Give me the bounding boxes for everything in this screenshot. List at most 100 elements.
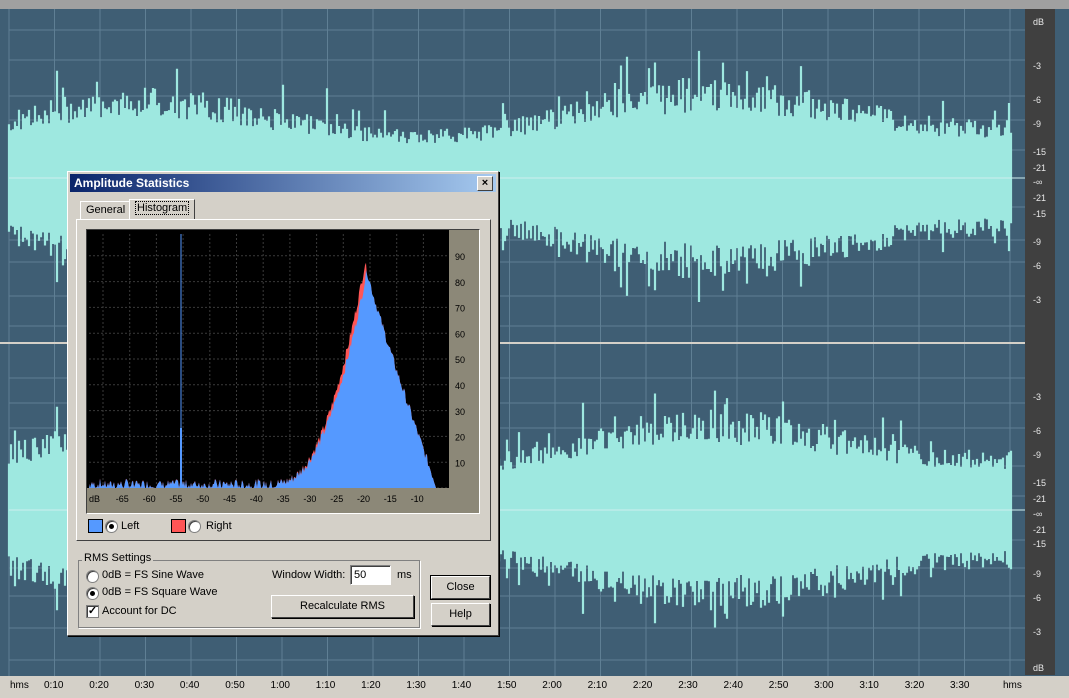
tab-histogram-label: Histogram — [135, 201, 190, 215]
db-scale-label: -6 — [1033, 261, 1042, 271]
db-scale-label: -9 — [1033, 237, 1042, 247]
db-scale-label: -21 — [1033, 494, 1047, 504]
tab-histogram[interactable]: Histogram — [129, 199, 196, 219]
histogram-y-tick: 20 — [455, 433, 465, 443]
db-scale-label: -21 — [1033, 525, 1047, 535]
histogram-x-tick: -50 — [196, 494, 209, 504]
time-ruler-label: 1:20 — [361, 680, 381, 691]
db-scale-label: -9 — [1033, 450, 1042, 460]
dialog-title: Amplitude Statistics — [74, 176, 190, 190]
db-scale-label: -15 — [1033, 478, 1047, 488]
time-ruler-label: 0:40 — [179, 680, 200, 691]
square-wave-radio[interactable] — [86, 587, 99, 600]
time-ruler[interactable]: hms 0:10 0:20 0:30 0:40 0:50 1:00 1:10 1:20 1:30 1… — [0, 676, 1069, 698]
time-ruler-label: 0:30 — [134, 680, 155, 691]
histogram-x-tick: -45 — [223, 494, 236, 504]
db-scale-label: -3 — [1033, 627, 1042, 637]
histogram-y-tick: 70 — [455, 304, 465, 314]
db-scale-label: -6 — [1033, 95, 1042, 105]
right-color-swatch[interactable] — [171, 519, 186, 533]
histogram-x-tick: -25 — [330, 494, 343, 504]
selection-bar — [0, 0, 1069, 9]
histogram-y-tick: 40 — [455, 381, 465, 391]
db-scale-label: -15 — [1033, 539, 1047, 549]
right-channel-label: Right — [206, 520, 232, 532]
time-ruler-label: 1:40 — [451, 680, 472, 691]
tab-general[interactable]: General — [80, 201, 132, 220]
db-scale-label: -6 — [1033, 593, 1042, 603]
time-ruler-label: 1:50 — [497, 680, 517, 691]
time-ruler-label: 3:10 — [859, 680, 879, 691]
histogram-x-tick: -15 — [384, 494, 397, 504]
histogram-chart: 90 80 70 60 50 40 30 20 10 dB -65 -60 -55 -50 -45 -40 -3… — [86, 229, 480, 514]
histogram-y-tick: 80 — [455, 278, 465, 288]
window-width-input[interactable]: 50 — [350, 565, 391, 585]
title-bar[interactable]: Amplitude Statistics × — [70, 174, 496, 192]
histogram-y-tick: 90 — [455, 252, 465, 262]
db-scale-label: -3 — [1033, 295, 1042, 305]
right-channel-radio[interactable] — [188, 520, 201, 533]
db-scale-label: -9 — [1033, 569, 1042, 579]
amplitude-statistics-dialog: Amplitude Statistics × General Histogram… — [67, 171, 499, 636]
time-ruler-label: 1:00 — [270, 680, 290, 691]
db-scale-label: -6 — [1033, 426, 1042, 436]
db-scale-label: -3 — [1033, 61, 1042, 71]
time-ruler-label: hms — [10, 680, 29, 691]
rms-settings-title: RMS Settings — [82, 552, 154, 564]
left-channel-label: Left — [121, 520, 140, 532]
time-ruler-label: 0:20 — [89, 680, 109, 691]
left-color-swatch[interactable] — [88, 519, 103, 533]
time-ruler-label: 2:40 — [723, 680, 743, 691]
time-ruler-label: 0:10 — [44, 680, 64, 691]
histogram-x-tick: -40 — [250, 494, 263, 504]
time-ruler-label: hms — [1003, 680, 1022, 691]
account-dc-label: Account for DC — [102, 605, 177, 617]
help-button[interactable]: Help — [431, 603, 490, 626]
histogram-x-tick: -65 — [116, 494, 129, 504]
window-width-unit: ms — [397, 569, 412, 581]
histogram-y-tick: 60 — [455, 329, 465, 339]
histogram-x-tick: -55 — [169, 494, 182, 504]
histogram-y-axis-panel — [449, 230, 479, 513]
histogram-y-tick: 30 — [455, 407, 465, 417]
close-button[interactable]: Close — [430, 575, 491, 600]
time-ruler-label: 0:50 — [225, 680, 245, 691]
histogram-x-tick: -10 — [411, 494, 424, 504]
db-scale-label: -∞ — [1033, 177, 1043, 187]
db-scale: dB -3 -6 -9 -15 -21 -∞ -21 -15 -9 -6 -3 -3 -6 -9 -15 -21… — [1025, 9, 1055, 675]
time-ruler-label: 1:30 — [406, 680, 426, 691]
db-scale-label: -15 — [1033, 209, 1047, 219]
histogram-x-tick: dB — [89, 494, 100, 504]
histogram-svg: 90 80 70 60 50 40 30 20 10 dB -65 -60 -55 -50 -45 -40 -3… — [87, 230, 479, 513]
histogram-x-tick: -20 — [357, 494, 370, 504]
db-scale-label: -3 — [1033, 392, 1042, 402]
histogram-x-tick: -35 — [277, 494, 290, 504]
account-dc-checkbox[interactable]: ✓ — [86, 605, 99, 618]
histogram-y-tick: 50 — [455, 355, 465, 365]
db-scale-label: -9 — [1033, 119, 1042, 129]
time-ruler-label: 2:50 — [768, 680, 789, 691]
db-scale-label: -21 — [1033, 193, 1047, 203]
db-scale-label: -15 — [1033, 147, 1047, 157]
left-channel-radio[interactable] — [105, 520, 118, 533]
histogram-x-tick: -30 — [303, 494, 316, 504]
recalculate-rms-button[interactable]: Recalculate RMS — [271, 595, 414, 618]
time-ruler-label: 2:00 — [542, 680, 562, 691]
histogram-x-tick: -60 — [143, 494, 156, 504]
close-icon[interactable]: × — [477, 176, 493, 191]
window-width-label: Window Width: — [272, 569, 346, 581]
time-ruler-label: 3:00 — [814, 680, 834, 691]
sine-wave-radio[interactable] — [86, 570, 99, 583]
time-ruler-label: 3:30 — [950, 680, 970, 691]
time-ruler-label: 2:10 — [587, 680, 608, 691]
db-scale-label: -∞ — [1033, 509, 1043, 519]
histogram-y-tick: 10 — [455, 458, 465, 468]
time-ruler-label: 3:20 — [904, 680, 925, 691]
time-ruler-label: 1:10 — [315, 680, 336, 691]
time-ruler-label: 2:20 — [632, 680, 653, 691]
square-wave-label: 0dB = FS Square Wave — [102, 586, 218, 598]
db-scale-label: -21 — [1033, 163, 1047, 173]
db-scale-label: dB — [1033, 663, 1045, 673]
sine-wave-label: 0dB = FS Sine Wave — [102, 569, 205, 581]
db-scale-label: dB — [1033, 17, 1045, 27]
